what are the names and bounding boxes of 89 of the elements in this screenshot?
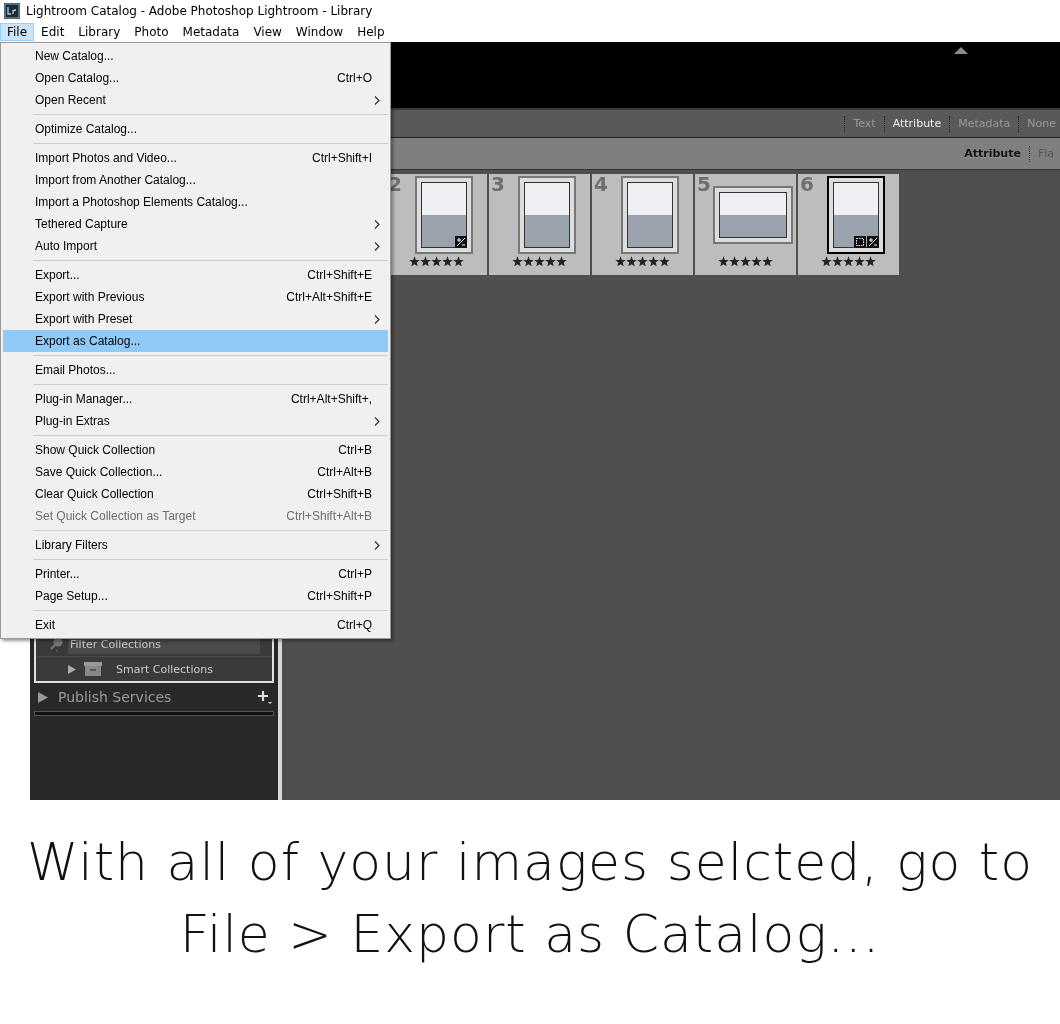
star-icon (545, 256, 556, 267)
menu-bar-item[interactable]: Photo (127, 23, 176, 41)
menu-item[interactable]: Auto Import (3, 235, 388, 257)
star-icon (762, 256, 773, 267)
menu-item[interactable]: Import Photos and Video... Ctrl+Shift+I (3, 147, 388, 169)
star-rating[interactable] (409, 256, 464, 267)
menu-item[interactable]: Library Filters (3, 534, 388, 556)
window-title: Lightroom Catalog - Adobe Photoshop Lightroom - Library (26, 4, 373, 18)
menu-item[interactable]: Export... Ctrl+Shift+E (3, 264, 388, 286)
star-icon (534, 256, 545, 267)
menu-item[interactable]: Import a Photoshop Elements Catalog... (3, 191, 388, 213)
menu-item[interactable]: Export with Preset (3, 308, 388, 330)
collection-set-icon (84, 662, 102, 676)
star-icon (843, 256, 854, 267)
star-rating[interactable] (718, 256, 773, 267)
star-icon (751, 256, 762, 267)
menu-bar-item[interactable]: Help (350, 23, 392, 41)
star-rating[interactable] (615, 256, 670, 267)
collapse-triangle-icon[interactable] (954, 47, 968, 54)
submenu-chevron-icon (374, 416, 380, 426)
expand-triangle-icon[interactable] (38, 691, 48, 703)
menu-item[interactable]: New Catalog... (3, 45, 388, 67)
menu-item[interactable]: Open Recent (3, 89, 388, 111)
smart-collections-label[interactable]: Smart Collections (116, 662, 213, 676)
cell-index-number: 5 (697, 174, 711, 194)
star-icon (409, 256, 420, 267)
submenu-chevron-icon (374, 95, 380, 105)
star-icon (626, 256, 637, 267)
filter-tab[interactable]: Attribute (892, 117, 942, 130)
photo-placeholder (626, 182, 673, 248)
star-icon (718, 256, 729, 267)
menu-item[interactable]: Email Photos... (3, 359, 388, 381)
menu-item[interactable]: Printer... Ctrl+P (3, 563, 388, 585)
submenu-chevron-icon (374, 540, 380, 550)
submenu-chevron-icon (374, 219, 380, 229)
menu-item[interactable]: Tethered Capture (3, 213, 388, 235)
star-icon (615, 256, 626, 267)
cell-index-number: 4 (594, 174, 608, 194)
expand-triangle-icon[interactable] (68, 664, 76, 674)
app-logo-icon (4, 3, 20, 19)
star-rating[interactable] (821, 256, 876, 267)
menu-bar-item[interactable]: View (246, 23, 289, 41)
star-icon (659, 256, 670, 267)
menu-bar-item[interactable]: Library (71, 23, 128, 41)
photo-placeholder (523, 182, 570, 248)
menu-item[interactable]: Clear Quick Collection Ctrl+Shift+B (3, 483, 388, 505)
star-icon (854, 256, 865, 267)
submenu-chevron-icon (374, 314, 380, 324)
add-icon[interactable] (258, 690, 272, 704)
star-icon (453, 256, 464, 267)
cell-index-number: 6 (800, 174, 814, 194)
menu-item[interactable]: Exit Ctrl+Q (3, 614, 388, 636)
menu-bar-item[interactable]: File (0, 23, 35, 41)
menu-bar-item[interactable]: Window (288, 23, 351, 41)
star-rating[interactable] (512, 256, 567, 267)
photo-placeholder (420, 182, 467, 248)
photo-placeholder (832, 182, 879, 248)
star-icon (865, 256, 876, 267)
star-icon (832, 256, 843, 267)
menu-item[interactable]: Export with Previous Ctrl+Alt+Shift+E (3, 286, 388, 308)
caption-text: With all of your images selcted, go to (26, 831, 1034, 894)
star-icon (740, 256, 751, 267)
menu-item[interactable]: Plug-in Manager... Ctrl+Alt+Shift+, (3, 388, 388, 410)
menu-item[interactable]: Page Setup... Ctrl+Shift+P (3, 585, 388, 607)
star-icon (648, 256, 659, 267)
menu-item[interactable]: Import from Another Catalog... (3, 169, 388, 191)
attribute-filter-label[interactable]: Attribute (964, 147, 1021, 160)
menu-item[interactable]: Optimize Catalog... (3, 118, 388, 140)
star-icon (556, 256, 567, 267)
photo-placeholder (718, 192, 787, 238)
caption-text: File > Export as Catalog... (179, 903, 881, 966)
submenu-chevron-icon (374, 241, 380, 251)
star-icon (821, 256, 832, 267)
menu-bar-item[interactable]: Edit (34, 23, 72, 41)
star-icon (420, 256, 431, 267)
publish-services-header[interactable]: Publish Services (58, 689, 248, 705)
menu-item[interactable]: Open Catalog... Ctrl+O (3, 67, 388, 89)
star-icon (512, 256, 523, 267)
menu-item[interactable]: Plug-in Extras (3, 410, 388, 432)
cell-index-number: 3 (491, 174, 505, 194)
menu-item[interactable]: Export as Catalog... (3, 330, 388, 352)
star-icon (442, 256, 453, 267)
star-icon (523, 256, 534, 267)
menu-item[interactable]: Show Quick Collection Ctrl+B (3, 439, 388, 461)
menu-bar-item[interactable]: Metadata (175, 23, 247, 41)
menu-item[interactable]: Save Quick Collection... Ctrl+Alt+B (3, 461, 388, 483)
star-icon (729, 256, 740, 267)
star-icon (637, 256, 648, 267)
star-icon (431, 256, 442, 267)
